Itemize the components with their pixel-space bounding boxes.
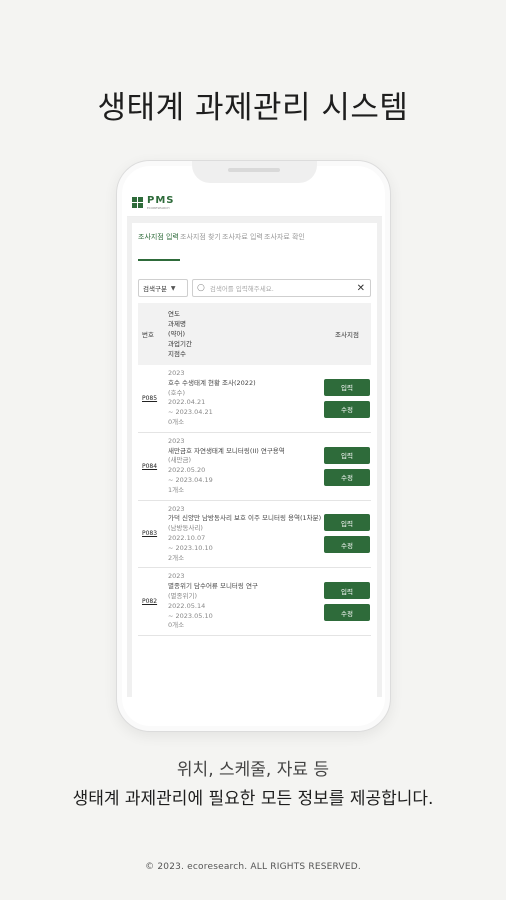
header-year: 연도 (168, 310, 180, 318)
row-actions: 입력 수정 (323, 582, 371, 622)
row-year: 2023 (168, 572, 185, 581)
tab-data-input[interactable]: 조사자료 입력 (222, 233, 264, 267)
row-info: 2023 새만금호 자연생태계 모니터링(II) 연구용역 (새만금) 2022… (168, 433, 323, 500)
edit-button[interactable]: 수정 (324, 536, 370, 554)
row-count: 1개소 (168, 485, 185, 494)
edit-button[interactable]: 수정 (324, 604, 370, 622)
row-info: 2023 멸종위기 담수어류 모니터링 연구 (멸종위기) 2022.05.14… (168, 568, 323, 635)
search-input[interactable]: ○ 검색어를 입력해주세요. ✕ (192, 279, 371, 297)
row-end: ~ 2023.04.21 (168, 408, 213, 417)
table-header: 번호 연도 과제명 (약어) 과업기간 지점수 조사지점 (138, 303, 371, 365)
input-button[interactable]: 입력 (324, 514, 370, 532)
row-abbr: (새만금) (168, 456, 192, 465)
phone-mockup: PMS ECORESEARCH 조사지점 입력 조사지점 찾기 조사자료 입력 … (116, 160, 391, 732)
subtitle-features: 위치, 스케줄, 자료 등 (176, 760, 330, 780)
tab-data-check[interactable]: 조사자료 확인 (264, 233, 306, 267)
row-count: 0개소 (168, 621, 185, 630)
row-year: 2023 (168, 504, 185, 513)
logo-subtext: ECORESEARCH (147, 206, 170, 210)
phone-screen: PMS ECORESEARCH 조사지점 입력 조사지점 찾기 조사자료 입력 … (127, 189, 382, 697)
row-count: 0개소 (168, 417, 185, 426)
tab-bar: 조사지점 입력 조사지점 찾기 조사자료 입력 조사자료 확인 (132, 223, 377, 267)
input-button[interactable]: 입력 (324, 582, 370, 600)
tab-point-search[interactable]: 조사지점 찾기 (180, 233, 222, 267)
row-count: 2개소 (168, 553, 185, 562)
table-row: P085 2023 호수 수생태계 현황 조사(2022) (호수) 2022.… (138, 365, 371, 433)
row-actions: 입력 수정 (323, 514, 371, 554)
row-actions: 입력 수정 (323, 378, 371, 418)
table-row: P084 2023 새만금호 자연생태계 모니터링(II) 연구용역 (새만금)… (138, 433, 371, 501)
edit-button[interactable]: 수정 (324, 400, 370, 418)
phone-speaker (228, 168, 280, 172)
input-button[interactable]: 입력 (324, 446, 370, 464)
search-row: 검색구분 ▼ ○ 검색어를 입력해주세요. ✕ (132, 267, 377, 297)
row-number-link[interactable]: P084 (138, 463, 168, 470)
row-name: 호수 수생태계 현황 조사(2022) (168, 378, 256, 387)
search-type-select[interactable]: 검색구분 ▼ (138, 279, 188, 297)
header-count: 지점수 (168, 350, 186, 358)
table-row: P083 2023 가덕 신양만 남방동사리 보호 이주 모니터링 용역(1차분… (138, 501, 371, 569)
row-abbr: (호수) (168, 388, 186, 397)
row-number-link[interactable]: P083 (138, 530, 168, 537)
logo-icon (132, 197, 143, 208)
input-button[interactable]: 입력 (324, 378, 370, 396)
row-info: 2023 호수 수생태계 현황 조사(2022) (호수) 2022.04.21… (168, 365, 323, 432)
header-info: 연도 과제명 (약어) 과업기간 지점수 (168, 309, 323, 359)
row-start: 2022.04.21 (168, 398, 206, 407)
row-start: 2022.05.14 (168, 601, 206, 610)
row-number-link[interactable]: P082 (138, 598, 168, 605)
row-number-link[interactable]: P085 (138, 395, 168, 402)
app-bar: PMS ECORESEARCH (127, 189, 382, 217)
header-abbr: (약어) (168, 330, 186, 338)
row-name: 새만금호 자연생태계 모니터링(II) 연구용역 (168, 446, 285, 455)
row-actions: 입력 수정 (323, 446, 371, 486)
header-period: 과업기간 (168, 340, 192, 348)
table-row: P082 2023 멸종위기 담수어류 모니터링 연구 (멸종위기) 2022.… (138, 568, 371, 637)
search-type-value: 검색구분 (143, 285, 167, 293)
row-abbr: (남방동사리) (168, 524, 203, 533)
row-name: 가덕 신양만 남방동사리 보호 이주 모니터링 용역(1차분) (168, 514, 322, 523)
row-end: ~ 2023.10.10 (168, 543, 213, 552)
logo-text[interactable]: PMS (147, 195, 174, 206)
row-abbr: (멸종위기) (168, 591, 197, 600)
row-end: ~ 2023.04.19 (168, 475, 213, 484)
row-name: 멸종위기 담수어류 모니터링 연구 (168, 582, 258, 591)
copyright: © 2023. ecoresearch. ALL RIGHTS RESERVED… (145, 862, 361, 872)
header-name: 과제명 (168, 320, 186, 328)
row-start: 2022.10.07 (168, 533, 206, 542)
row-year: 2023 (168, 436, 185, 445)
subtitle-description: 생태계 과제관리에 필요한 모든 정보를 제공합니다. (72, 789, 434, 809)
search-icon: ○ (197, 283, 205, 293)
phone-notch (192, 161, 317, 183)
row-year: 2023 (168, 369, 185, 377)
header-no: 번호 (142, 331, 154, 339)
row-info: 2023 가덕 신양만 남방동사리 보호 이주 모니터링 용역(1차분) (남방… (168, 501, 323, 568)
chevron-down-icon: ▼ (170, 284, 176, 292)
row-start: 2022.05.20 (168, 466, 206, 475)
content-card: 조사지점 입력 조사지점 찾기 조사자료 입력 조사자료 확인 검색구분 ▼ ○… (132, 223, 377, 697)
row-end: ~ 2023.05.10 (168, 611, 213, 620)
header-action: 조사지점 (335, 331, 359, 339)
edit-button[interactable]: 수정 (324, 468, 370, 486)
search-placeholder: 검색어를 입력해주세요. (209, 285, 274, 293)
close-icon[interactable]: ✕ (357, 283, 365, 294)
tab-point-input[interactable]: 조사지점 입력 (138, 233, 180, 261)
page-headline: 생태계 과제관리 시스템 (97, 90, 409, 126)
